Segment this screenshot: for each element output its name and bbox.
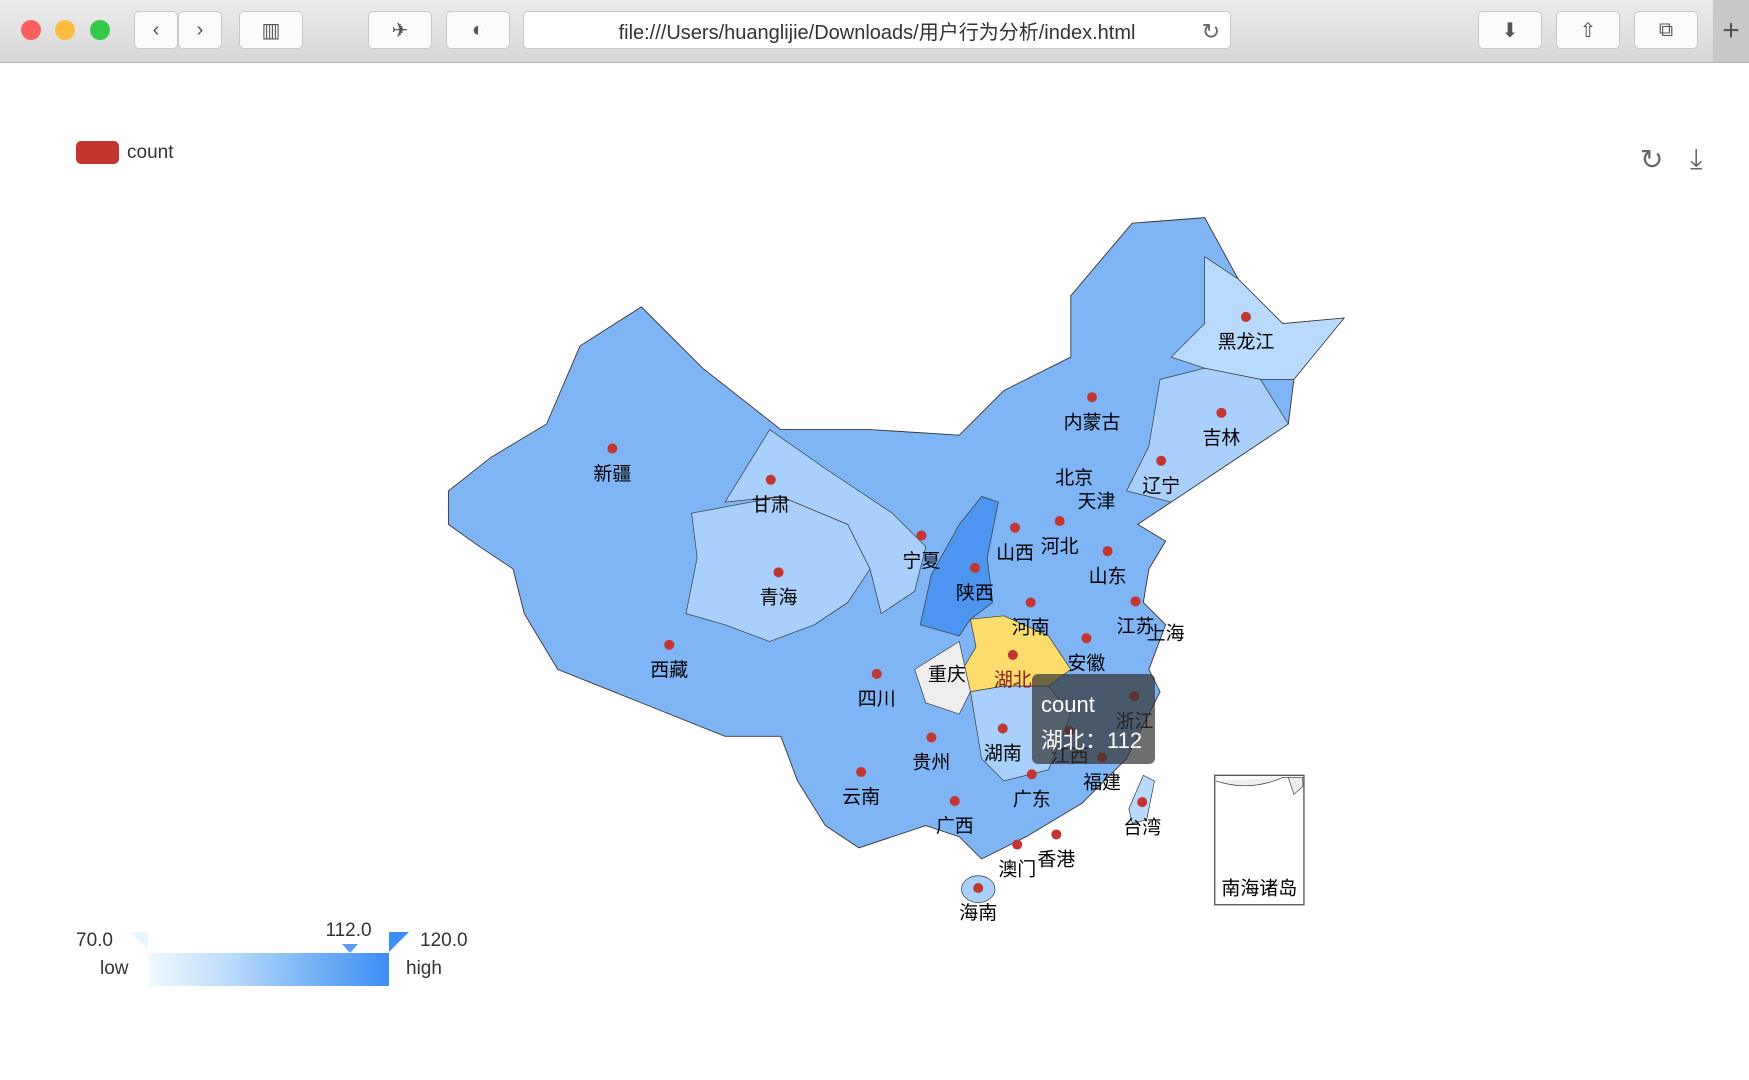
region-label: 湖南 bbox=[984, 743, 1022, 765]
legend-swatch bbox=[76, 141, 119, 164]
save-image-icon[interactable]: ⤓ bbox=[1690, 143, 1702, 176]
restore-icon[interactable]: ↻ bbox=[1640, 143, 1663, 176]
region-label: 青海 bbox=[760, 587, 798, 609]
region-label: 重庆 bbox=[928, 664, 966, 686]
region-label: 新疆 bbox=[593, 463, 631, 485]
marker-15[interactable] bbox=[1102, 546, 1113, 557]
marker-33[interactable] bbox=[973, 882, 984, 894]
region-label: 广东 bbox=[1013, 788, 1051, 810]
marker-28[interactable] bbox=[1026, 769, 1037, 780]
marker-29[interactable] bbox=[949, 795, 960, 807]
region-label: 上海 bbox=[1147, 622, 1185, 644]
tooltip-text: 湖北：112 bbox=[1041, 728, 1143, 753]
visual-map-pointer-label: 112.0 bbox=[325, 920, 372, 941]
region-label: 黑龙江 bbox=[1218, 331, 1275, 353]
marker-16[interactable] bbox=[1025, 597, 1036, 608]
marker-5[interactable] bbox=[916, 530, 927, 541]
region-label: 辽宁 bbox=[1142, 475, 1180, 497]
visual-map-low-text: low bbox=[100, 958, 129, 979]
marker-31[interactable] bbox=[1051, 829, 1062, 840]
region-label: 香港 bbox=[1037, 849, 1075, 871]
visual-map-pointer bbox=[342, 944, 359, 953]
marker-25[interactable] bbox=[926, 732, 937, 743]
marker-14[interactable] bbox=[1156, 455, 1167, 466]
region-label: 云南 bbox=[842, 786, 880, 808]
visual-map-max-label: 120.0 bbox=[420, 930, 468, 951]
region-label: 湖北 bbox=[994, 669, 1032, 691]
region-label: 甘肃 bbox=[752, 494, 790, 516]
marker-27[interactable] bbox=[856, 766, 867, 778]
region-label: 河北 bbox=[1041, 535, 1079, 557]
marker-11[interactable] bbox=[1086, 392, 1098, 403]
marker-2[interactable] bbox=[773, 567, 784, 578]
marker-23[interactable] bbox=[997, 723, 1008, 734]
region-label: 天津 bbox=[1078, 491, 1116, 513]
marker-32[interactable] bbox=[1012, 839, 1023, 850]
region-label: 海南 bbox=[959, 902, 997, 924]
region-label: 台湾 bbox=[1123, 816, 1161, 838]
legend-label: count bbox=[127, 141, 174, 163]
marker-7[interactable] bbox=[1010, 522, 1021, 533]
tooltip-title: count bbox=[1041, 692, 1095, 717]
region-label: 山东 bbox=[1089, 565, 1127, 587]
marker-1[interactable] bbox=[765, 474, 776, 485]
marker-8[interactable] bbox=[1054, 516, 1065, 527]
marker-20[interactable] bbox=[1007, 649, 1018, 660]
visual-map-bar[interactable] bbox=[148, 953, 389, 986]
visual-map-low-handle[interactable] bbox=[130, 932, 148, 950]
region-label: 澳门 bbox=[998, 859, 1036, 881]
region-label: 河南 bbox=[1012, 617, 1050, 639]
region-label: 山西 bbox=[996, 542, 1034, 564]
marker-19[interactable] bbox=[1081, 633, 1092, 644]
marker-17[interactable] bbox=[1130, 596, 1141, 607]
marker-6[interactable] bbox=[969, 562, 980, 573]
visual-map-high-handle[interactable] bbox=[389, 932, 409, 952]
region-label: 安徽 bbox=[1067, 652, 1105, 674]
region-label: 内蒙古 bbox=[1064, 411, 1121, 433]
marker-4[interactable] bbox=[871, 668, 882, 679]
visual-map-min-label: 70.0 bbox=[76, 930, 113, 951]
region-label: 福建 bbox=[1083, 772, 1121, 794]
region-label: 宁夏 bbox=[902, 550, 940, 572]
legend-item-count[interactable]: count bbox=[76, 141, 173, 164]
marker-3[interactable] bbox=[664, 639, 675, 650]
region-label: 西藏 bbox=[650, 659, 688, 681]
region-label: 陕西 bbox=[956, 582, 994, 604]
region-label: 广西 bbox=[936, 815, 974, 837]
region-label: 北京 bbox=[1055, 467, 1093, 489]
inset-label: 南海诸岛 bbox=[1221, 878, 1297, 900]
south-china-sea-inset: 南海诸岛 bbox=[1214, 774, 1305, 906]
region-label: 四川 bbox=[858, 688, 896, 710]
marker-12[interactable] bbox=[1240, 311, 1251, 322]
tooltip: count 湖北：112 bbox=[1032, 674, 1155, 764]
marker-30[interactable] bbox=[1137, 797, 1148, 808]
visual-map-high-text: high bbox=[406, 958, 442, 979]
region-label: 吉林 bbox=[1202, 427, 1240, 449]
marker-13[interactable] bbox=[1216, 407, 1227, 418]
china-map: 新疆甘肃青海西藏四川宁夏陕西山西 河北北京天津内蒙古黑龙江吉林辽宁山东河南 江苏上海… bbox=[447, 217, 1346, 924]
marker-0[interactable] bbox=[607, 443, 618, 454]
region-label: 贵州 bbox=[912, 752, 950, 774]
